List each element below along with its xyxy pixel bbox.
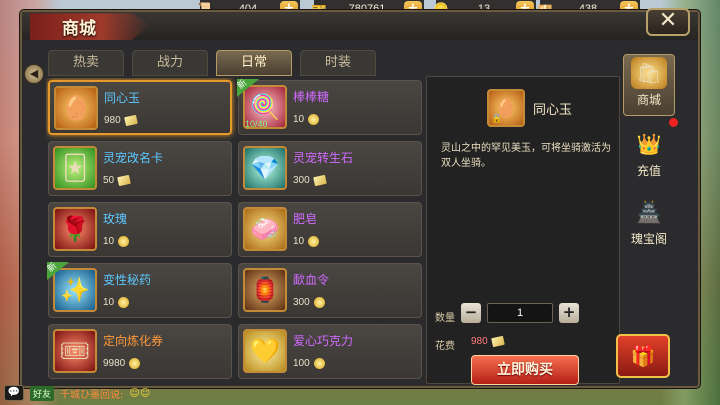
item-price: 50: [103, 174, 131, 187]
jade-icon: 🥚: [54, 86, 98, 130]
coin-icon: [118, 297, 130, 308]
bill-icon: [490, 335, 505, 348]
item-name: 肥皂: [293, 212, 318, 226]
category-tabs: 热卖 战力 日常 时装: [48, 50, 376, 76]
shop-item[interactable]: 🃏 灵宠改名卡 50: [48, 141, 232, 196]
bill-icon: [117, 174, 131, 187]
chat-bar[interactable]: 💬 好友 千城ひ墨回说: ☺☺: [4, 384, 304, 402]
quantity-increase-button[interactable]: +: [559, 303, 579, 323]
coin-icon: [129, 358, 141, 369]
potion-icon: ✨: [53, 268, 97, 312]
shop-item[interactable]: 🌹 玫瑰 10: [48, 202, 232, 257]
tab-daily[interactable]: 日常: [216, 50, 292, 76]
chat-icon[interactable]: 💬: [4, 385, 24, 401]
close-button[interactable]: ✕: [646, 8, 690, 36]
shop-item[interactable]: 💎 灵宠转生石 300: [238, 141, 422, 196]
sidebar-item-recharge[interactable]: 👑 充值: [623, 126, 675, 188]
shop-item[interactable]: 🎟 定向炼化券 9980: [48, 324, 232, 379]
coin-icon: [313, 358, 325, 369]
shop-item[interactable]: 💛 爱心巧克力 100: [238, 324, 422, 379]
bill-icon: [312, 174, 327, 187]
shop-item[interactable]: ✨ 新 变性秘药 10: [47, 262, 232, 318]
item-price: 10: [103, 297, 130, 308]
quantity-label: 数量: [435, 313, 455, 324]
item-price: 100: [293, 358, 325, 369]
shop-item[interactable]: 🏮 歃血令 300: [238, 263, 422, 318]
item-price: 9980: [103, 358, 141, 369]
item-price: 10: [293, 114, 320, 125]
tab-fashion[interactable]: 时装: [300, 50, 376, 76]
item-name: 灵宠改名卡: [103, 151, 164, 165]
shop-title: 商城: [62, 19, 96, 39]
jade-icon: 🥚 🔒: [487, 89, 525, 127]
quantity-input[interactable]: 1: [487, 303, 553, 323]
shop-item[interactable]: 🍭 新 10/40 棒棒糖 10: [237, 79, 422, 135]
item-name: 玫瑰: [103, 212, 128, 226]
sidebar-item-treasure[interactable]: 🏯 瑰宝阁: [623, 194, 675, 256]
quantity-decrease-button[interactable]: −: [461, 303, 481, 323]
recharge-icon: 👑: [636, 132, 662, 156]
shop-window: 商城 ✕ ◀ 热卖 战力 日常 时装 🥚 同心玉 980 🍭 新 10/40 棒…: [20, 8, 700, 388]
lock-icon: 🔒: [491, 114, 503, 124]
chat-message: 千城ひ墨回说:: [60, 389, 124, 401]
rebirth-stone-icon: 💎: [243, 146, 287, 190]
item-name: 定向炼化券: [103, 334, 164, 348]
stock-count: 10/40: [245, 119, 268, 129]
rename-card-icon: 🃏: [53, 146, 97, 190]
emoji-icon: ☺☺: [129, 387, 151, 399]
refine-voucher-icon: 🎟: [53, 329, 97, 373]
item-name: 灵宠转生石: [293, 151, 354, 165]
treasure-chest-icon[interactable]: 🎁: [616, 334, 670, 378]
soap-icon: 🧼: [243, 207, 287, 251]
item-grid: 🥚 同心玉 980 🍭 新 10/40 棒棒糖 10 🃏 灵宠改名卡 50 💎 …: [46, 78, 426, 388]
item-name: 同心玉: [104, 91, 141, 105]
item-price: 980: [104, 114, 138, 127]
coin-icon: [118, 236, 130, 247]
cost-label: 花费: [435, 341, 455, 352]
side-nav: 🛍 商城 👑 充值 🏯 瑰宝阁: [623, 54, 699, 264]
sidebar-item-shop[interactable]: 🛍 商城: [623, 54, 675, 116]
bill-icon: [123, 114, 138, 127]
rose-icon: 🌹: [53, 207, 97, 251]
item-name: 变性秘药: [103, 273, 152, 287]
tab-hot[interactable]: 热卖: [48, 50, 124, 76]
coin-icon: [308, 114, 320, 125]
chocolate-heart-icon: 💛: [243, 329, 287, 373]
coin-icon: [308, 236, 320, 247]
cost-value: 980: [471, 335, 505, 348]
shop-item[interactable]: 🥚 同心玉 980: [48, 80, 232, 135]
item-price: 10: [103, 236, 130, 247]
item-price: 300: [293, 297, 325, 308]
back-arrow-icon[interactable]: ◀: [24, 64, 44, 84]
shop-icon: 🛍: [631, 57, 667, 89]
notification-dot: [669, 118, 678, 127]
chat-channel: 好友: [30, 385, 55, 401]
detail-description: 灵山之中的罕见美玉，可将坐骑激活为双人坐骑。: [441, 143, 611, 169]
buy-now-button[interactable]: 立即购买: [471, 355, 579, 385]
tab-power[interactable]: 战力: [132, 50, 208, 76]
blood-token-icon: 🏮: [243, 268, 287, 312]
treasure-icon: 🏯: [636, 200, 662, 224]
shop-item[interactable]: 🧼 肥皂 10: [238, 202, 422, 257]
detail-item-name: 同心玉: [533, 103, 573, 118]
item-name: 爱心巧克力: [293, 334, 354, 348]
item-name: 歃血令: [293, 273, 330, 287]
item-name: 棒棒糖: [293, 90, 330, 104]
item-price: 10: [293, 236, 320, 247]
coin-icon: [313, 297, 325, 308]
item-price: 300: [293, 174, 327, 187]
item-detail-panel: 🥚 🔒 同心玉 灵山之中的罕见美玉，可将坐骑激活为双人坐骑。 数量 − 1 + 花…: [426, 76, 620, 385]
